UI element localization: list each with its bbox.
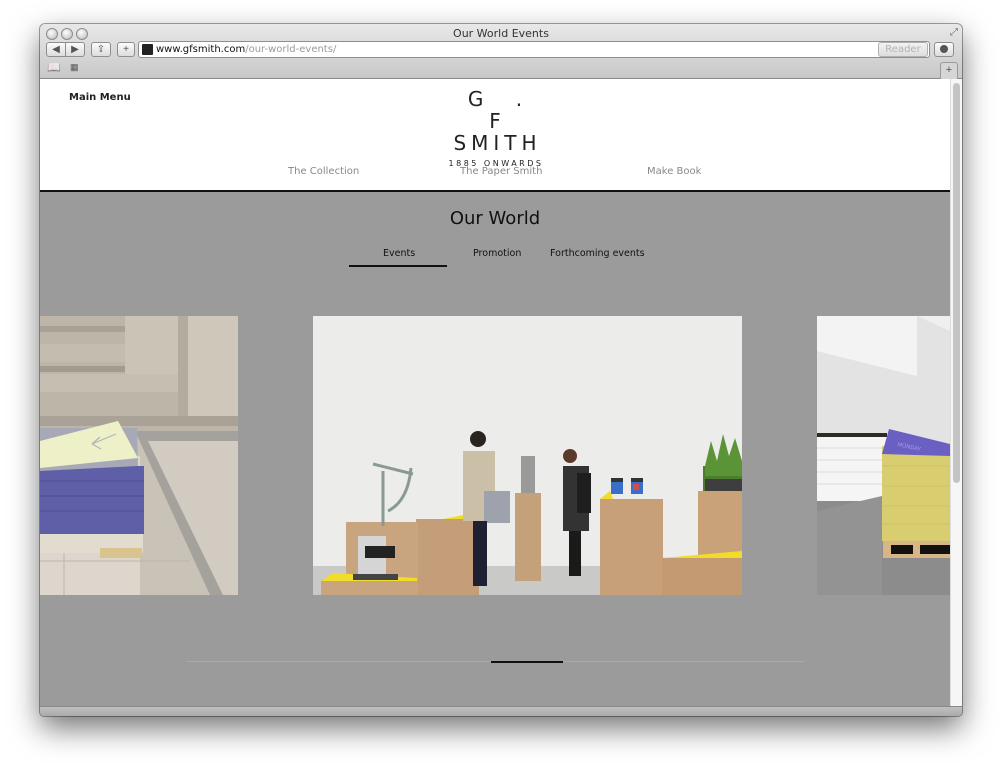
url-path: /our-world-events/	[245, 44, 337, 55]
main-menu-link[interactable]: Main Menu	[69, 92, 131, 103]
page-vertical-scrollbar[interactable]	[950, 79, 962, 706]
site-header: Main Menu G . F SMITH 1885 ONWARDS The C…	[40, 79, 950, 192]
tab-promotion[interactable]: Promotion	[473, 248, 521, 259]
logo-line-2: SMITH	[453, 131, 542, 155]
site-favicon-icon	[142, 44, 153, 55]
slide-image-stairwell	[40, 316, 238, 595]
carousel-slide-previous[interactable]	[40, 316, 238, 595]
browser-window: Our World Events ⤢ ◀ ▶ ⇪ + www.gfsmith.c…	[40, 24, 962, 716]
url-text: www.gfsmith.com/our-world-events/	[156, 42, 336, 57]
back-arrow-icon: ◀	[52, 44, 60, 55]
nav-the-paper-smith[interactable]: The Paper Smith	[460, 166, 542, 177]
page-scrollbar-thumb[interactable]	[953, 83, 960, 483]
plus-icon: +	[123, 44, 129, 55]
url-domain: www.gfsmith.com	[156, 44, 246, 55]
page-title: Our World	[449, 208, 541, 229]
window-title: Our World Events	[453, 27, 549, 40]
page-viewport: Main Menu G . F SMITH 1885 ONWARDS The C…	[40, 79, 950, 706]
share-button[interactable]: ⇪	[91, 42, 111, 57]
bookmarks-book-icon[interactable]: 📖	[47, 61, 61, 74]
gfsmith-logo[interactable]: G . F SMITH 1885 ONWARDS	[440, 88, 550, 168]
downloads-button[interactable]	[934, 42, 954, 57]
active-tab-indicator	[349, 265, 447, 267]
browser-toolbar: Our World Events ⤢ ◀ ▶ ⇪ + www.gfsmith.c…	[40, 24, 962, 79]
window-bottom-bar	[40, 706, 962, 716]
nav-the-collection[interactable]: The Collection	[288, 166, 359, 177]
tab-forthcoming-events[interactable]: Forthcoming events	[550, 248, 645, 259]
address-bar[interactable]: www.gfsmith.com/our-world-events/ ↻	[138, 41, 930, 58]
carousel-scroll-thumb[interactable]	[491, 661, 563, 663]
add-bookmark-button[interactable]: +	[117, 42, 135, 57]
top-sites-grid-icon[interactable]: ▦	[70, 62, 78, 73]
carousel-slide-current[interactable]	[313, 316, 742, 595]
carousel-slide-next[interactable]: MONDAY	[817, 316, 950, 595]
reader-button[interactable]: Reader	[878, 42, 928, 57]
new-tab-button[interactable]: +	[940, 62, 958, 79]
download-icon	[940, 45, 948, 53]
slide-image-monday-stack: MONDAY	[817, 316, 950, 595]
share-icon: ⇪	[96, 44, 106, 55]
logo-line-1: G . F	[467, 87, 536, 133]
tab-events[interactable]: Events	[383, 248, 415, 259]
nav-make-book[interactable]: Make Book	[647, 166, 701, 177]
forward-arrow-icon: ▶	[71, 44, 79, 55]
fullscreen-icon[interactable]: ⤢	[950, 27, 958, 38]
back-button[interactable]: ◀	[46, 42, 66, 57]
slide-image-exhibition	[313, 316, 742, 595]
forward-button[interactable]: ▶	[65, 42, 85, 57]
